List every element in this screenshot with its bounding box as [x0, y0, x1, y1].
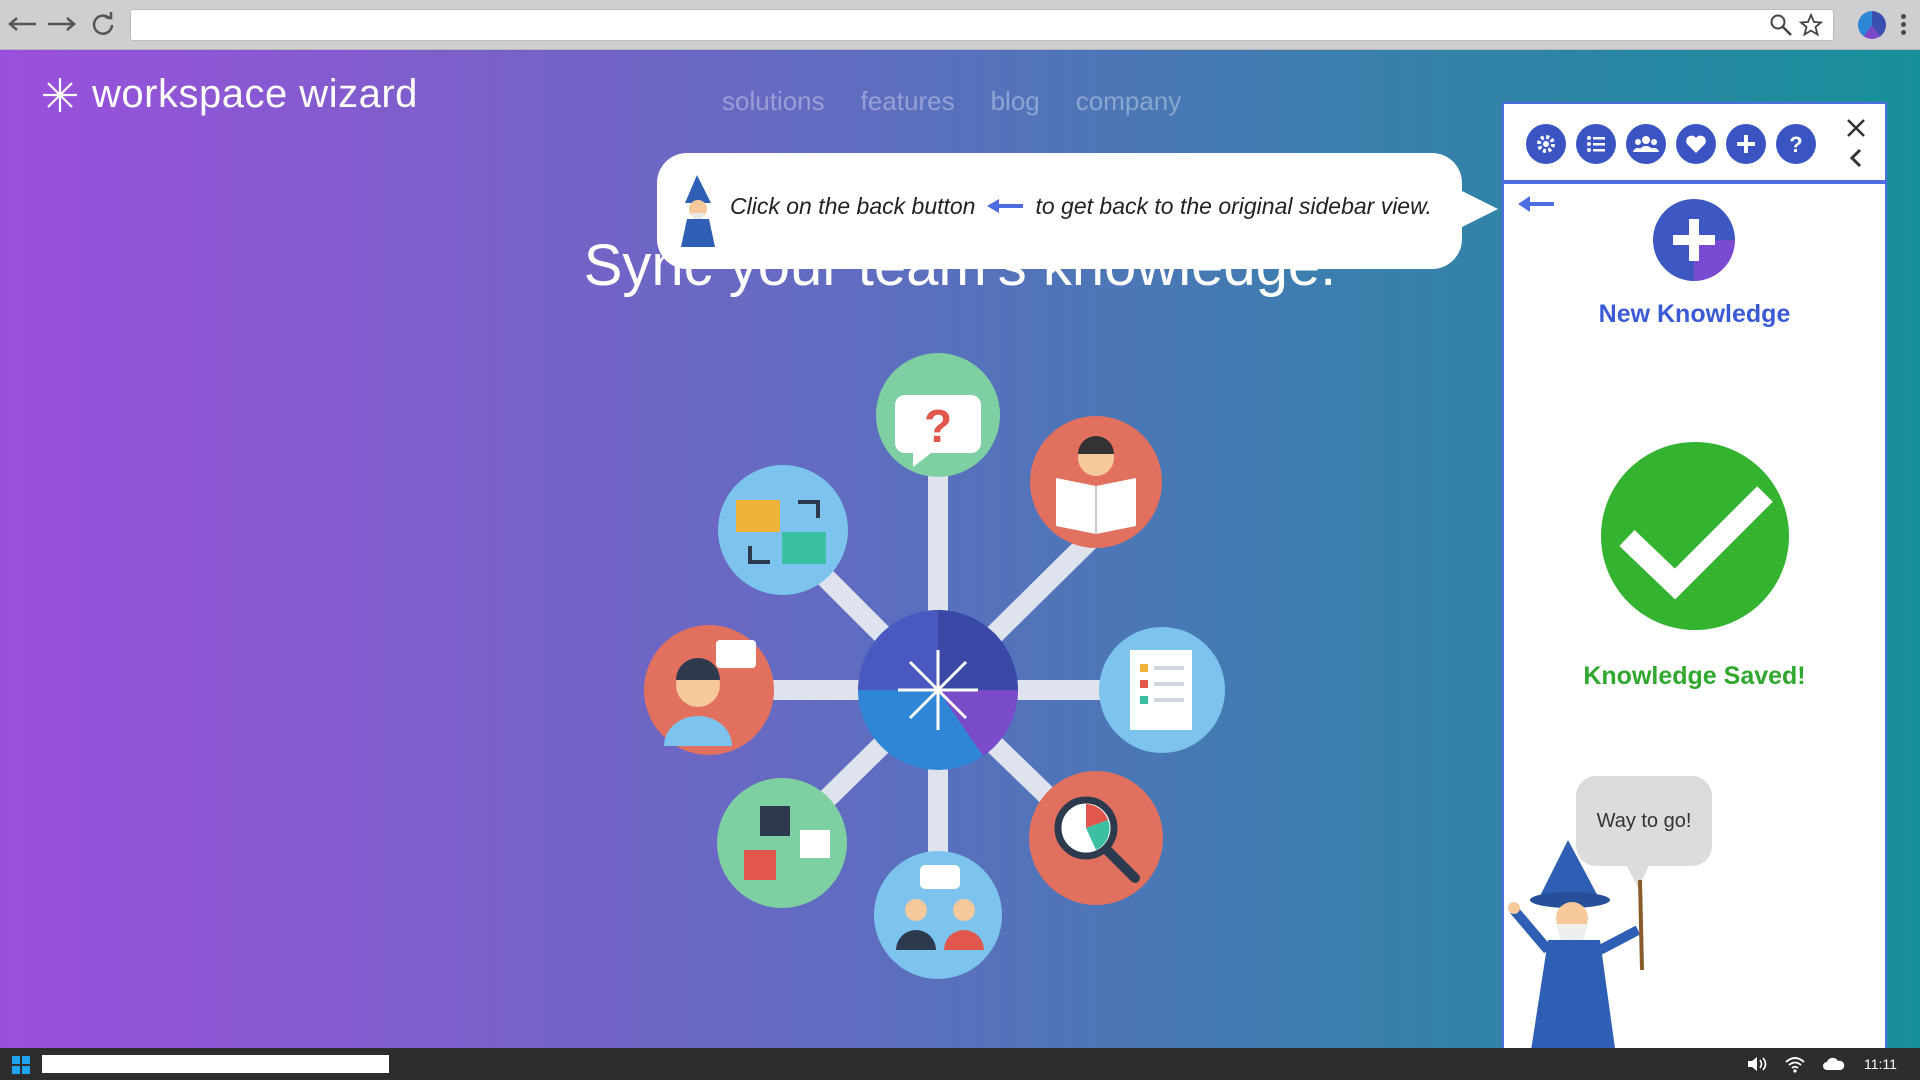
heart-icon[interactable] [1676, 124, 1716, 164]
volume-icon[interactable] [1746, 1054, 1768, 1074]
new-knowledge-plus-icon[interactable] [1653, 199, 1735, 281]
nav-link-features[interactable]: features [861, 86, 955, 117]
star-icon[interactable] [1798, 12, 1824, 37]
callout-text-before: Click on the back button [730, 193, 976, 219]
knowledge-saved-message: Knowledge Saved! [1583, 662, 1806, 690]
svg-text:?: ? [924, 400, 952, 452]
nav-link-blog[interactable]: blog [991, 86, 1040, 117]
sidebar-toolbar: ? [1526, 124, 1816, 164]
nav-link-company[interactable]: company [1076, 86, 1182, 117]
two-people-chat-icon [874, 851, 1002, 979]
menu-icon[interactable] [1898, 12, 1908, 38]
document-icon [1099, 627, 1225, 753]
close-icon[interactable] [1844, 116, 1868, 140]
toolbar-divider [1504, 180, 1885, 184]
back-arrow-button[interactable] [1516, 190, 1556, 218]
team-icon[interactable] [1626, 124, 1666, 164]
question-bubble-icon: ? [876, 353, 1000, 477]
new-knowledge-button[interactable]: New Knowledge [1504, 300, 1885, 329]
settings-gear-icon[interactable] [1526, 124, 1566, 164]
website-page: workspace wizard solutions features blog… [0, 50, 1920, 1077]
puzzle-pieces-icon [717, 778, 847, 908]
magnifier-chart-icon [1029, 771, 1163, 905]
reading-person-icon [1030, 416, 1162, 548]
asterisk-logo-icon [43, 77, 77, 112]
logo-text: workspace wizard [92, 72, 418, 116]
knowledge-hub-illustration: ? [644, 353, 1225, 979]
sidebar-panel: ? New Knowledge Knowledge Saved! Way to … [1502, 102, 1887, 1077]
os-taskbar: 11:11 [0, 1048, 1920, 1080]
hub-center-icon [858, 610, 1018, 770]
svg-text:?: ? [1789, 132, 1802, 156]
taskbar-clock: 11:11 [1864, 1056, 1897, 1072]
reload-icon[interactable] [86, 8, 120, 40]
add-icon[interactable] [1726, 124, 1766, 164]
list-icon[interactable] [1576, 124, 1616, 164]
folder-transfer-icon [718, 465, 848, 595]
instruction-callout: Click on the back button to get back to … [657, 153, 1498, 269]
help-icon[interactable]: ? [1776, 124, 1816, 164]
top-navigation: solutions features blog company [722, 86, 1181, 117]
cloud-icon[interactable] [1822, 1054, 1845, 1074]
wizard-speech-text: Way to go! [1596, 809, 1692, 832]
taskbar-search-input[interactable] [42, 1055, 389, 1073]
forward-arrow-icon[interactable] [44, 8, 78, 40]
callout-text-after: to get back to the original sidebar view… [1035, 193, 1432, 219]
address-bar[interactable] [130, 9, 1834, 41]
profile-icon[interactable] [1858, 11, 1886, 39]
wizard-small-icon [681, 175, 715, 247]
left-arrow-icon [987, 193, 1024, 220]
checkmark-success-icon [1601, 442, 1789, 630]
wizard-character-icon [1508, 840, 1644, 1070]
site-logo[interactable]: workspace wizard [40, 72, 418, 117]
chevron-left-icon[interactable] [1846, 146, 1866, 170]
wifi-icon[interactable] [1784, 1054, 1806, 1074]
businessman-chat-icon [644, 625, 774, 755]
windows-start-icon[interactable] [12, 1056, 30, 1074]
system-tray [1746, 1054, 1845, 1074]
browser-toolbar [0, 0, 1920, 50]
back-arrow-icon[interactable] [6, 8, 40, 40]
nav-link-solutions[interactable]: solutions [722, 86, 825, 117]
search-icon[interactable] [1769, 13, 1793, 37]
